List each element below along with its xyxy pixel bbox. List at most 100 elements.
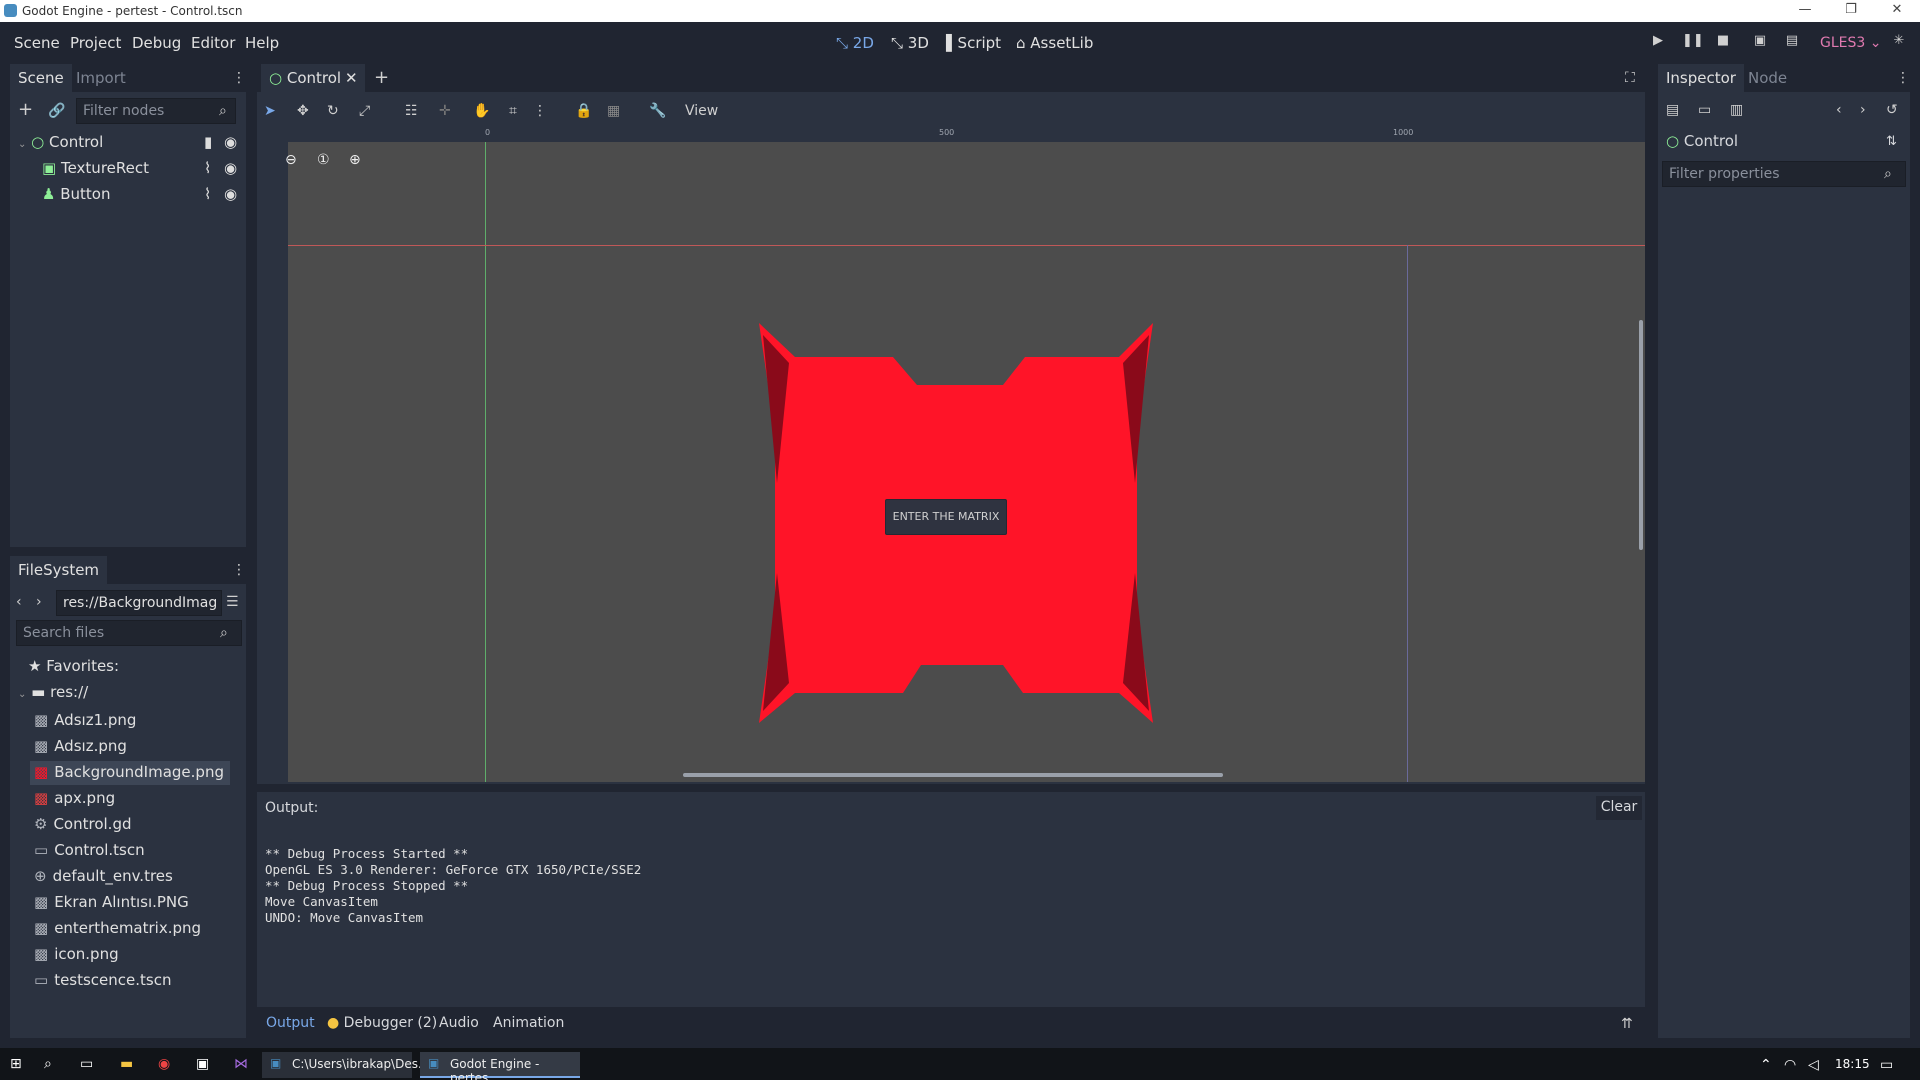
signal-icon[interactable]: ⌇ xyxy=(204,185,211,203)
tab-import[interactable]: Import xyxy=(68,64,134,92)
file-item[interactable]: ▩ Adsız.png xyxy=(30,735,230,759)
move-mode-icon[interactable]: ✥ xyxy=(297,103,309,119)
new-resource-icon[interactable]: ▤ xyxy=(1666,102,1679,118)
file-explorer-icon[interactable]: ▬ xyxy=(120,1056,133,1072)
store-icon[interactable]: ▣ xyxy=(196,1056,209,1072)
play-icon[interactable]: ▶ xyxy=(1649,33,1667,51)
bottom-tab-debugger[interactable]: ● Debugger (2) xyxy=(327,1015,437,1031)
file-item[interactable]: ▩ apx.png xyxy=(30,787,230,811)
script-attached-icon[interactable]: ▮ xyxy=(204,133,212,151)
object-properties-icon[interactable]: ⇅ xyxy=(1886,134,1897,149)
bottom-tab-output[interactable]: Output xyxy=(266,1015,315,1031)
zoom-out-icon[interactable]: ⊖ xyxy=(285,152,297,168)
inspected-object[interactable]: ○ Control ⇅ xyxy=(1666,132,1904,156)
zoom-reset-icon[interactable]: ① xyxy=(317,152,330,168)
signal-icon[interactable]: ⌇ xyxy=(204,159,211,177)
canvas-viewport[interactable]: 0 500 1000 ⊖ ① ⊕ ENTER THE MATRIX xyxy=(273,127,1645,782)
path-field[interactable]: res://BackgroundImag xyxy=(56,590,222,616)
clock[interactable]: 18:15 xyxy=(1835,1057,1870,1071)
stop-icon[interactable]: ■ xyxy=(1714,33,1732,51)
res-root-folder[interactable]: ⌄ ▬ res:// xyxy=(18,683,88,707)
snap-icon[interactable]: ⌗ xyxy=(509,103,517,119)
file-item[interactable]: ▩ icon.png xyxy=(30,943,230,967)
mode-assetlib-button[interactable]: ⌂ AssetLib xyxy=(1016,34,1093,52)
history-icon[interactable]: ↺ xyxy=(1886,102,1898,118)
tree-node-button[interactable]: ♟ Button ⌇ ◉ xyxy=(42,185,242,209)
menu-scene[interactable]: Scene xyxy=(14,34,60,52)
search-files-input[interactable]: Search files xyxy=(16,620,242,646)
file-item[interactable]: ▩ Adsız1.png xyxy=(30,709,230,733)
split-view-icon[interactable]: ☰ xyxy=(226,594,239,610)
taskbar-app-godot[interactable]: ▣ Godot Engine - pertes... xyxy=(420,1052,580,1080)
file-item[interactable]: ▩ Ekran Alıntısı.PNG xyxy=(30,891,230,915)
volume-icon[interactable]: ◁ xyxy=(1808,1057,1819,1073)
lock-icon[interactable]: 🔒 xyxy=(575,103,592,119)
mode-2d-button[interactable]: ⤡ 2D xyxy=(836,34,874,52)
history-forward-icon[interactable]: › xyxy=(1860,102,1866,118)
enter-matrix-button[interactable]: ENTER THE MATRIX xyxy=(885,499,1007,535)
tab-filesystem[interactable]: FileSystem xyxy=(10,556,108,584)
chrome-icon[interactable]: ◉ xyxy=(158,1056,170,1072)
tray-chevron-icon[interactable]: ⌃ xyxy=(1760,1057,1772,1073)
menu-editor[interactable]: Editor xyxy=(191,34,235,52)
close-tab-icon[interactable]: ✕ xyxy=(345,69,358,87)
new-scene-tab-icon[interactable]: + xyxy=(374,69,389,87)
add-node-icon[interactable]: + xyxy=(18,101,33,119)
zoom-in-icon[interactable]: ⊕ xyxy=(349,152,361,168)
renderer-select[interactable]: GLES3 ⌄ xyxy=(1820,35,1881,51)
instance-scene-icon[interactable]: 🔗 xyxy=(48,103,65,119)
scene-tab-control[interactable]: ○ Control ✕ xyxy=(261,64,365,92)
dock-menu-icon[interactable]: ⋮ xyxy=(1896,70,1910,86)
tree-node-control[interactable]: ⌄ ○ Control ▮ ◉ xyxy=(18,133,243,157)
mode-script-button[interactable]: ▌Script xyxy=(946,34,1001,52)
menu-debug[interactable]: Debug xyxy=(132,34,181,52)
scale-mode-icon[interactable]: ⤢ xyxy=(359,103,370,119)
save-resource-icon[interactable]: ▥ xyxy=(1730,102,1743,118)
visibility-eye-icon[interactable]: ◉ xyxy=(224,185,237,203)
close-window-icon[interactable]: ✕ xyxy=(1874,0,1920,22)
mode-3d-button[interactable]: ⤡ 3D xyxy=(891,34,929,52)
bottom-tab-animation[interactable]: Animation xyxy=(493,1015,564,1031)
visibility-eye-icon[interactable]: ◉ xyxy=(224,159,237,177)
search-icon[interactable]: ⌕ xyxy=(44,1056,52,1072)
visibility-eye-icon[interactable]: ◉ xyxy=(224,133,237,151)
notifications-icon[interactable]: ▭ xyxy=(1880,1057,1893,1073)
bottom-tab-audio[interactable]: Audio xyxy=(439,1015,479,1031)
network-icon[interactable]: ◠ xyxy=(1784,1057,1796,1073)
fullscreen-icon[interactable]: ⛶ xyxy=(1625,70,1635,86)
file-item[interactable]: ▭ testscence.tscn xyxy=(30,969,230,993)
select-mode-icon[interactable]: ➤ xyxy=(264,103,276,119)
menu-help[interactable]: Help xyxy=(245,34,279,52)
list-select-icon[interactable]: ☷ xyxy=(405,103,418,119)
file-item[interactable]: ▭ Control.tscn xyxy=(30,839,230,863)
play-scene-icon[interactable]: ▣ xyxy=(1751,33,1769,51)
play-custom-scene-icon[interactable]: ▤ xyxy=(1783,33,1801,51)
tab-inspector[interactable]: Inspector xyxy=(1658,64,1744,92)
filter-properties-input[interactable]: Filter properties xyxy=(1662,161,1906,187)
pan-mode-icon[interactable]: ✋ xyxy=(473,103,490,119)
rotate-mode-icon[interactable]: ↻ xyxy=(327,103,339,119)
minimize-icon[interactable]: — xyxy=(1782,0,1828,22)
skeleton-icon[interactable]: 🔧 xyxy=(649,103,666,119)
task-view-icon[interactable]: ▭ xyxy=(80,1056,93,1072)
tab-node[interactable]: Node xyxy=(1740,64,1795,92)
tab-scene[interactable]: Scene xyxy=(10,64,72,92)
group-icon[interactable]: ▦ xyxy=(607,103,620,119)
horizontal-scrollbar[interactable] xyxy=(683,773,1223,777)
view-menu[interactable]: View xyxy=(685,103,718,119)
file-item[interactable]: ⊕ default_env.tres xyxy=(30,865,230,889)
tree-node-texturerect[interactable]: ▣ TextureRect ⌇ ◉ xyxy=(42,159,242,183)
clear-button[interactable]: Clear xyxy=(1596,796,1642,820)
file-item[interactable]: ⚙ Control.gd xyxy=(30,813,230,837)
start-icon[interactable]: ⊞ xyxy=(10,1056,22,1072)
open-resource-icon[interactable]: ▭ xyxy=(1698,102,1711,118)
pause-icon[interactable]: ❚❚ xyxy=(1682,33,1704,51)
pivot-icon[interactable]: ✛ xyxy=(439,103,451,119)
snap-options-icon[interactable]: ⋮ xyxy=(533,103,547,119)
filter-nodes-input[interactable]: Filter nodes xyxy=(76,98,236,124)
restore-icon[interactable]: ❐ xyxy=(1828,0,1874,22)
dock-menu-icon[interactable]: ⋮ xyxy=(232,70,246,86)
dock-menu-icon[interactable]: ⋮ xyxy=(232,562,246,578)
file-item[interactable]: ▩ BackgroundImage.png xyxy=(30,761,230,785)
taskbar-app-explorer[interactable]: ▣ C:\Users\ibrakap\Des... xyxy=(262,1052,429,1078)
